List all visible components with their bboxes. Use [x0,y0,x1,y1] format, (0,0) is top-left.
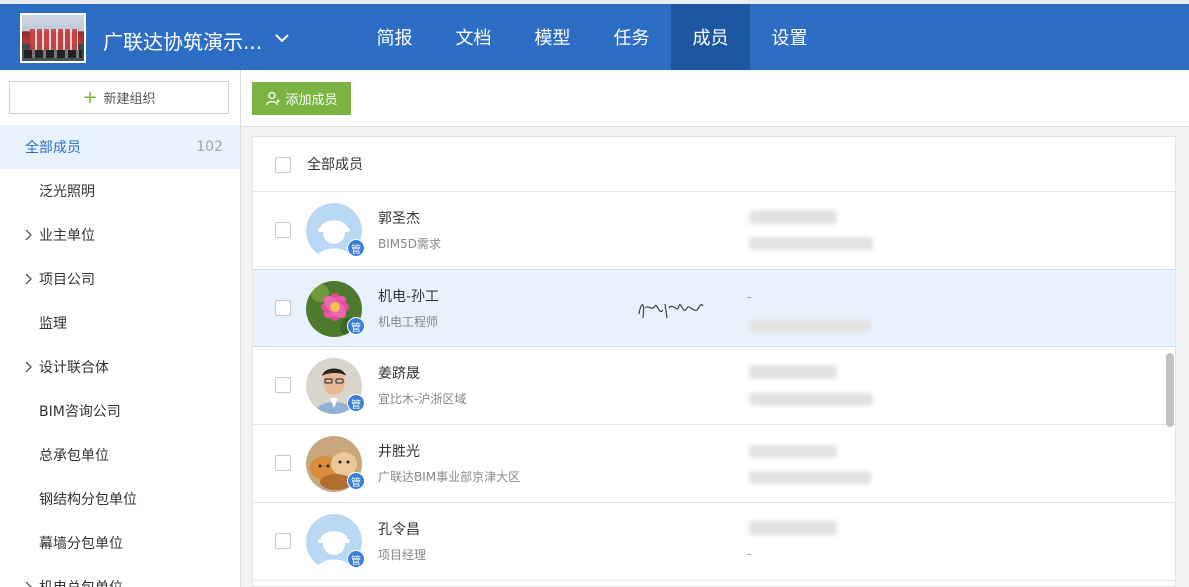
handwritten-signature [638,303,704,319]
plus-icon: + [82,86,98,108]
member-row[interactable]: 管 郭圣杰 BIM5D需求 [253,192,1175,270]
new-organization-button[interactable]: + 新建组织 [9,81,229,114]
member-role: 项目经理 [378,548,427,562]
add-member-button[interactable]: 添加成员 [252,82,351,115]
redacted-contact [749,237,873,250]
sidebar-item-curtain-wall-subcontractor[interactable]: 幕墙分包单位 [0,521,240,565]
project-logo-image[interactable] [20,13,86,63]
sidebar-item-label: 幕墙分包单位 [39,536,123,552]
admin-badge: 管 [347,472,365,490]
member-name: 机电-孙工 [378,289,440,305]
redacted-contact [749,365,837,379]
add-user-icon [266,91,280,106]
sidebar-item-label: 业主单位 [39,228,95,244]
member-role: 广联达BIM事业部京津大区 [378,470,521,484]
admin-badge: 管 [347,239,365,257]
organization-sidebar: + 新建组织 全部成员 102 泛光照明 业主单位 项目公司 监理 设计联合体 … [0,70,241,587]
redacted-contact [749,210,837,224]
admin-badge: 管 [347,317,365,335]
member-name: 姜跻晟 [378,366,420,382]
member-toolbar: 添加成员 [241,70,1189,127]
contact-placeholder: - [747,547,752,561]
member-row[interactable]: 管 机电-孙工 机电工程师 - [253,269,1175,347]
tab-briefing[interactable]: 简报 [355,4,434,70]
sidebar-item-bim-consulting[interactable]: BIM咨询公司 [0,389,240,433]
sidebar-item-owner[interactable]: 业主单位 [0,213,240,257]
redacted-contact [749,445,837,458]
sidebar-item-label: 钢结构分包单位 [39,492,137,508]
member-row[interactable]: 管 姜跻晟 宜比木-沪浙区域 [253,347,1175,425]
member-checkbox[interactable] [275,300,291,316]
tab-models[interactable]: 模型 [513,4,592,70]
member-count: 102 [196,139,223,155]
chevron-right-icon[interactable] [22,273,34,285]
member-name: 井胜光 [378,444,420,460]
sidebar-item-label: 监理 [39,316,67,332]
tab-documents[interactable]: 文档 [434,4,513,70]
member-list-panel: 全部成员 管 郭圣杰 BIM5D需求 管 机电-孙工 机电工程师 - 管 姜跻晟… [252,136,1176,587]
tab-tasks[interactable]: 任务 [592,4,671,70]
member-checkbox[interactable] [275,222,291,238]
sidebar-item-label: 设计联合体 [39,360,109,376]
chevron-right-icon[interactable] [22,229,34,241]
chevron-right-icon[interactable] [22,581,34,587]
admin-badge: 管 [347,394,365,412]
redacted-contact [749,393,873,406]
redacted-contact [749,471,871,484]
member-row[interactable]: 管 井胜光 广联达BIM事业部京津大区 [253,425,1175,503]
member-list-header: 全部成员 [253,137,1175,192]
admin-badge: 管 [347,550,365,568]
member-checkbox[interactable] [275,533,291,549]
sidebar-item-label: 项目公司 [39,272,95,288]
contact-placeholder: - [747,290,752,304]
chevron-right-icon[interactable] [22,361,34,373]
scrollbar-thumb[interactable] [1166,353,1174,427]
sidebar-item-all-members[interactable]: 全部成员 102 [0,125,240,169]
main-nav-tabs: 简报 文档 模型 任务 成员 设置 [355,4,829,70]
member-checkbox[interactable] [275,455,291,471]
redacted-contact [749,521,837,535]
sidebar-item-label: 泛光照明 [39,184,95,200]
member-checkbox[interactable] [275,377,291,393]
sidebar-item-label: BIM咨询公司 [39,404,121,420]
member-row[interactable]: 管 孔令昌 项目经理 - [253,503,1175,581]
tab-members[interactable]: 成员 [671,4,750,70]
add-member-label: 添加成员 [285,93,338,108]
sidebar-item-steel-subcontractor[interactable]: 钢结构分包单位 [0,477,240,521]
top-navigation-bar: 广联达协筑演示... 简报 文档 模型 任务 成员 设置 [0,0,1189,70]
project-title[interactable]: 广联达协筑演示... [103,26,262,55]
member-role: 机电工程师 [378,315,439,329]
member-name: 孔令昌 [378,522,420,538]
sidebar-item-design-consortium[interactable]: 设计联合体 [0,345,240,389]
new-organization-label: 新建组织 [103,92,156,107]
sidebar-item-mep-contractor[interactable]: 机电总包单位 [0,565,240,587]
sidebar-item-supervision[interactable]: 监理 [0,301,240,345]
sidebar-item-label: 总承包单位 [39,448,109,464]
member-role: BIM5D需求 [378,237,442,251]
member-name: 郭圣杰 [378,211,420,227]
sidebar-item-floodlight[interactable]: 泛光照明 [0,169,240,213]
tab-settings[interactable]: 设置 [750,4,829,70]
select-all-checkbox[interactable] [275,157,291,173]
sidebar-item-label: 机电总包单位 [39,577,123,587]
sidebar-item-general-contractor[interactable]: 总承包单位 [0,433,240,477]
chevron-down-icon[interactable] [272,28,292,48]
member-role: 宜比木-沪浙区域 [378,392,467,406]
redacted-contact [749,320,871,332]
organization-list: 全部成员 102 泛光照明 业主单位 项目公司 监理 设计联合体 BIM咨询公司… [0,125,240,587]
sidebar-item-project-company[interactable]: 项目公司 [0,257,240,301]
sidebar-item-label: 全部成员 [25,140,81,156]
member-list-title: 全部成员 [307,157,363,173]
